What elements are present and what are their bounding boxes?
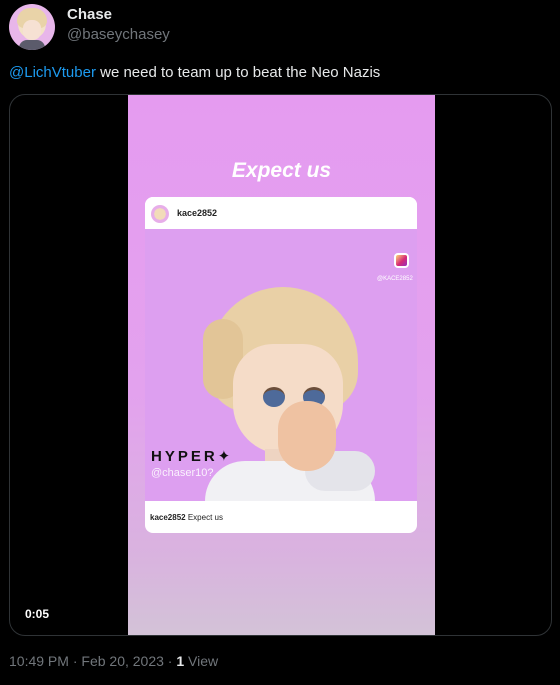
- tweet-time[interactable]: 10:49 PM: [9, 653, 69, 669]
- media-container[interactable]: Expect us kace2852 @KACE2852 HYPER✦ @cha…: [9, 94, 552, 636]
- author-avatar[interactable]: [9, 4, 55, 50]
- card-avatar: [151, 205, 169, 223]
- caption-user: kace2852: [150, 513, 186, 522]
- video-overlay-title: Expect us: [231, 159, 332, 182]
- card-caption: kace2852 Expect us: [150, 513, 223, 522]
- card-username: kace2852: [177, 208, 218, 218]
- avatar-shirt: [19, 40, 45, 50]
- mention-link[interactable]: @LichVtuber: [9, 64, 96, 81]
- card-image: @KACE2852 HYPER✦ @chaser10?: [145, 229, 417, 501]
- caption-text: Expect us: [187, 513, 223, 522]
- instagram-post-card: kace2852 @KACE2852 HYPER✦ @chaser10? kac…: [145, 197, 417, 533]
- character-eye-left: [263, 387, 285, 407]
- meta-separator: ·: [72, 653, 78, 669]
- video-timecode: 0:05: [25, 607, 50, 621]
- avatar-face: [23, 20, 41, 40]
- author-name[interactable]: Chase: [67, 6, 112, 23]
- tweet-text: @LichVtuber we need to team up to beat t…: [9, 64, 549, 81]
- hyper-logo-text: HYPER✦: [151, 448, 234, 465]
- views-label: View: [188, 653, 219, 669]
- tweet-body: we need to team up to beat the Neo Nazis: [100, 64, 381, 81]
- meta-separator-2: ·: [167, 653, 173, 669]
- instagram-tag: @KACE2852: [377, 276, 413, 282]
- author-handle[interactable]: @baseychasey: [67, 26, 170, 43]
- tweet-date[interactable]: Feb 20, 2023: [81, 653, 164, 669]
- tweet-meta: 10:49 PM · Feb 20, 2023 · 1 View: [9, 653, 218, 669]
- card-header: kace2852: [145, 197, 417, 229]
- video-watermark: @chaser10?: [151, 467, 214, 479]
- views-count[interactable]: 1: [176, 653, 184, 669]
- character-hand: [278, 401, 336, 471]
- video-player[interactable]: Expect us kace2852 @KACE2852 HYPER✦ @cha…: [128, 95, 435, 635]
- instagram-icon: [394, 253, 409, 268]
- tweet: Chase @baseychasey @LichVtuber we need t…: [0, 0, 560, 685]
